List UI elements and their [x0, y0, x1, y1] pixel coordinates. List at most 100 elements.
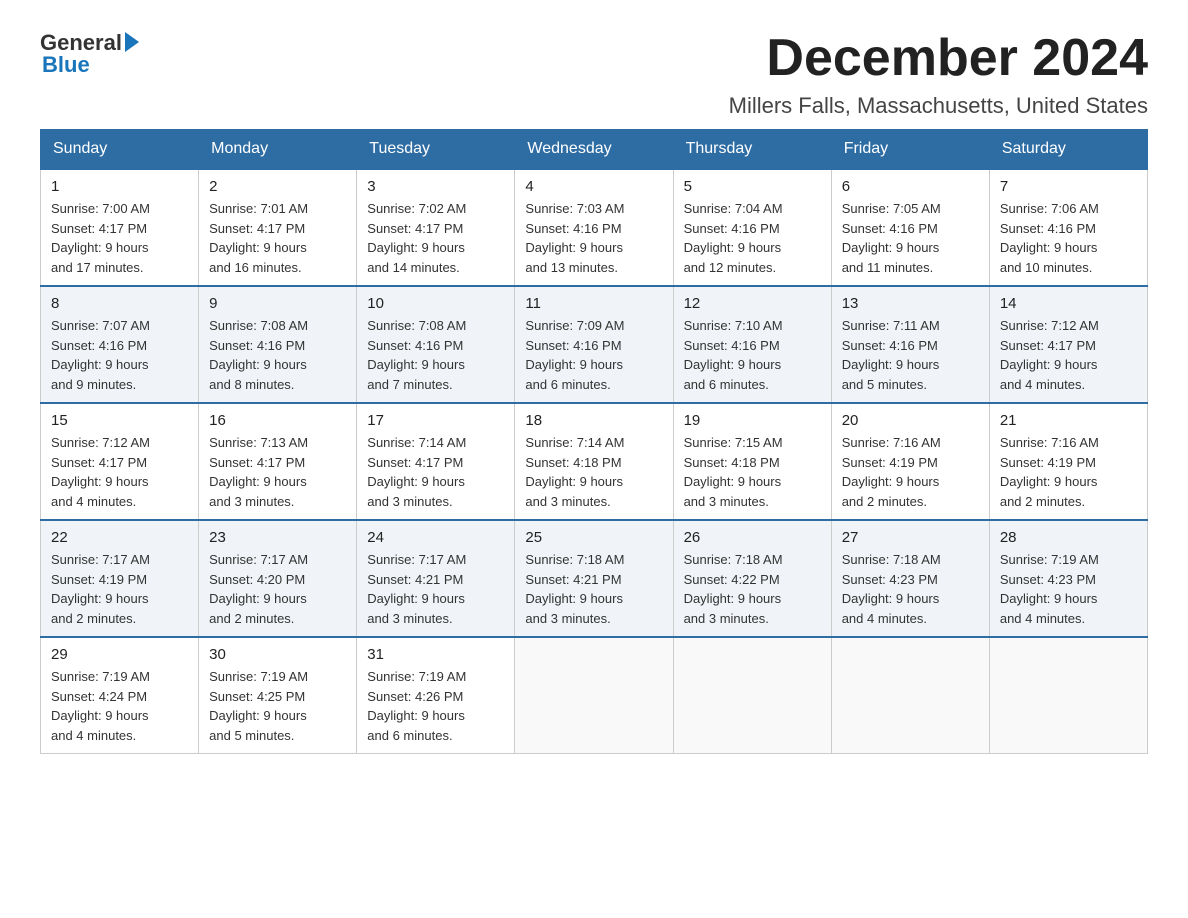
day-number-24: 24: [367, 529, 504, 546]
day-info-16: Sunrise: 7:13 AMSunset: 4:17 PMDaylight:…: [209, 433, 346, 511]
header-monday: Monday: [199, 130, 357, 170]
day-number-25: 25: [525, 529, 662, 546]
day-number-17: 17: [367, 412, 504, 429]
day-cell-24: 24 Sunrise: 7:17 AMSunset: 4:21 PMDayligh…: [357, 520, 515, 637]
day-cell-3: 3Sunrise: 7:02 AMSunset: 4:17 PMDaylight…: [357, 169, 515, 286]
week-row-1: 1 Sunrise: 7:00 AMSunset: 4:17 PMDaylight…: [41, 169, 1148, 286]
day-number-12: 12: [684, 295, 821, 312]
day-info-29: Sunrise: 7:19 AMSunset: 4:24 PMDaylight:…: [51, 667, 188, 745]
day-info-21: Sunrise: 7:16 AMSunset: 4:19 PMDaylight:…: [1000, 433, 1137, 511]
day-cell-11: 11 Sunrise: 7:09 AMSunset: 4:16 PMDayligh…: [515, 286, 673, 403]
day-cell-6: 6Sunrise: 7:05 AMSunset: 4:16 PMDaylight…: [831, 169, 989, 286]
day-info-31: Sunrise: 7:19 AMSunset: 4:26 PMDaylight:…: [367, 667, 504, 745]
day-info-18: Sunrise: 7:14 AMSunset: 4:18 PMDaylight:…: [525, 433, 662, 511]
day-cell-5: 5Sunrise: 7:04 AMSunset: 4:16 PMDaylight…: [673, 169, 831, 286]
day-number-28: 28: [1000, 529, 1137, 546]
day-info-3: Sunrise: 7:02 AMSunset: 4:17 PMDaylight:…: [367, 199, 504, 277]
day-number-23: 23: [209, 529, 346, 546]
day-number-22: 22: [51, 529, 188, 546]
day-info-15: Sunrise: 7:12 AMSunset: 4:17 PMDaylight:…: [51, 433, 188, 511]
empty-cell-4-6: [989, 637, 1147, 754]
empty-cell-4-5: [831, 637, 989, 754]
logo: General Blue: [40, 30, 139, 78]
day-cell-14: 14Sunrise: 7:12 AMSunset: 4:17 PMDayligh…: [989, 286, 1147, 403]
empty-cell-4-3: [515, 637, 673, 754]
day-cell-17: 17 Sunrise: 7:14 AMSunset: 4:17 PMDayligh…: [357, 403, 515, 520]
month-title: December 2024: [729, 30, 1148, 87]
day-cell-12: 12 Sunrise: 7:10 AMSunset: 4:16 PMDayligh…: [673, 286, 831, 403]
day-info-28: Sunrise: 7:19 AMSunset: 4:23 PMDaylight:…: [1000, 550, 1137, 628]
day-number-31: 31: [367, 646, 504, 663]
day-number-6: 6: [842, 178, 979, 195]
day-cell-1: 1 Sunrise: 7:00 AMSunset: 4:17 PMDaylight…: [41, 169, 199, 286]
day-number-18: 18: [525, 412, 662, 429]
empty-cell-4-4: [673, 637, 831, 754]
day-info-23: Sunrise: 7:17 AMSunset: 4:20 PMDaylight:…: [209, 550, 346, 628]
day-cell-20: 20Sunrise: 7:16 AMSunset: 4:19 PMDayligh…: [831, 403, 989, 520]
day-info-22: Sunrise: 7:17 AMSunset: 4:19 PMDaylight:…: [51, 550, 188, 628]
day-number-15: 15: [51, 412, 188, 429]
day-cell-22: 22 Sunrise: 7:17 AMSunset: 4:19 PMDayligh…: [41, 520, 199, 637]
logo-arrow-icon: [125, 32, 139, 52]
day-cell-21: 21 Sunrise: 7:16 AMSunset: 4:19 PMDayligh…: [989, 403, 1147, 520]
week-row-3: 15 Sunrise: 7:12 AMSunset: 4:17 PMDayligh…: [41, 403, 1148, 520]
header-tuesday: Tuesday: [357, 130, 515, 170]
day-info-7: Sunrise: 7:06 AMSunset: 4:16 PMDaylight:…: [1000, 199, 1137, 277]
day-info-17: Sunrise: 7:14 AMSunset: 4:17 PMDaylight:…: [367, 433, 504, 511]
day-number-4: 4: [525, 178, 662, 195]
day-number-7: 7: [1000, 178, 1137, 195]
day-number-21: 21: [1000, 412, 1137, 429]
day-number-8: 8: [51, 295, 188, 312]
header-thursday: Thursday: [673, 130, 831, 170]
day-number-30: 30: [209, 646, 346, 663]
day-cell-8: 8 Sunrise: 7:07 AMSunset: 4:16 PMDaylight…: [41, 286, 199, 403]
day-cell-15: 15 Sunrise: 7:12 AMSunset: 4:17 PMDayligh…: [41, 403, 199, 520]
day-cell-16: 16 Sunrise: 7:13 AMSunset: 4:17 PMDayligh…: [199, 403, 357, 520]
header-sunday: Sunday: [41, 130, 199, 170]
day-cell-10: 10 Sunrise: 7:08 AMSunset: 4:16 PMDayligh…: [357, 286, 515, 403]
day-info-11: Sunrise: 7:09 AMSunset: 4:16 PMDaylight:…: [525, 316, 662, 394]
day-number-10: 10: [367, 295, 504, 312]
header-saturday: Saturday: [989, 130, 1147, 170]
day-info-14: Sunrise: 7:12 AMSunset: 4:17 PMDaylight:…: [1000, 316, 1137, 394]
day-number-9: 9: [209, 295, 346, 312]
day-number-13: 13: [842, 295, 979, 312]
calendar-table: SundayMondayTuesdayWednesdayThursdayFrid…: [40, 129, 1148, 754]
day-cell-27: 27Sunrise: 7:18 AMSunset: 4:23 PMDayligh…: [831, 520, 989, 637]
location-title: Millers Falls, Massachusetts, United Sta…: [729, 93, 1148, 119]
header-friday: Friday: [831, 130, 989, 170]
week-row-2: 8 Sunrise: 7:07 AMSunset: 4:16 PMDaylight…: [41, 286, 1148, 403]
day-cell-28: 28 Sunrise: 7:19 AMSunset: 4:23 PMDayligh…: [989, 520, 1147, 637]
day-cell-7: 7 Sunrise: 7:06 AMSunset: 4:16 PMDaylight…: [989, 169, 1147, 286]
day-info-24: Sunrise: 7:17 AMSunset: 4:21 PMDaylight:…: [367, 550, 504, 628]
header-wednesday: Wednesday: [515, 130, 673, 170]
day-cell-13: 13 Sunrise: 7:11 AMSunset: 4:16 PMDayligh…: [831, 286, 989, 403]
day-cell-19: 19Sunrise: 7:15 AMSunset: 4:18 PMDayligh…: [673, 403, 831, 520]
day-number-11: 11: [525, 295, 662, 312]
day-number-27: 27: [842, 529, 979, 546]
day-info-20: Sunrise: 7:16 AMSunset: 4:19 PMDaylight:…: [842, 433, 979, 511]
day-info-30: Sunrise: 7:19 AMSunset: 4:25 PMDaylight:…: [209, 667, 346, 745]
day-cell-31: 31 Sunrise: 7:19 AMSunset: 4:26 PMDayligh…: [357, 637, 515, 754]
day-number-26: 26: [684, 529, 821, 546]
logo-blue-text: Blue: [40, 52, 90, 78]
day-cell-26: 26 Sunrise: 7:18 AMSunset: 4:22 PMDayligh…: [673, 520, 831, 637]
day-info-26: Sunrise: 7:18 AMSunset: 4:22 PMDaylight:…: [684, 550, 821, 628]
day-cell-30: 30 Sunrise: 7:19 AMSunset: 4:25 PMDayligh…: [199, 637, 357, 754]
day-info-13: Sunrise: 7:11 AMSunset: 4:16 PMDaylight:…: [842, 316, 979, 394]
day-info-4: Sunrise: 7:03 AMSunset: 4:16 PMDaylight:…: [525, 199, 662, 277]
day-info-10: Sunrise: 7:08 AMSunset: 4:16 PMDaylight:…: [367, 316, 504, 394]
day-cell-29: 29 Sunrise: 7:19 AMSunset: 4:24 PMDayligh…: [41, 637, 199, 754]
day-number-1: 1: [51, 178, 188, 195]
day-info-12: Sunrise: 7:10 AMSunset: 4:16 PMDaylight:…: [684, 316, 821, 394]
day-info-1: Sunrise: 7:00 AMSunset: 4:17 PMDaylight:…: [51, 199, 188, 277]
day-number-16: 16: [209, 412, 346, 429]
day-cell-23: 23 Sunrise: 7:17 AMSunset: 4:20 PMDayligh…: [199, 520, 357, 637]
day-cell-18: 18 Sunrise: 7:14 AMSunset: 4:18 PMDayligh…: [515, 403, 673, 520]
day-cell-2: 2Sunrise: 7:01 AMSunset: 4:17 PMDaylight…: [199, 169, 357, 286]
day-info-5: Sunrise: 7:04 AMSunset: 4:16 PMDaylight:…: [684, 199, 821, 277]
day-cell-4: 4 Sunrise: 7:03 AMSunset: 4:16 PMDaylight…: [515, 169, 673, 286]
day-info-8: Sunrise: 7:07 AMSunset: 4:16 PMDaylight:…: [51, 316, 188, 394]
day-number-29: 29: [51, 646, 188, 663]
title-area: December 2024 Millers Falls, Massachuset…: [729, 30, 1148, 119]
